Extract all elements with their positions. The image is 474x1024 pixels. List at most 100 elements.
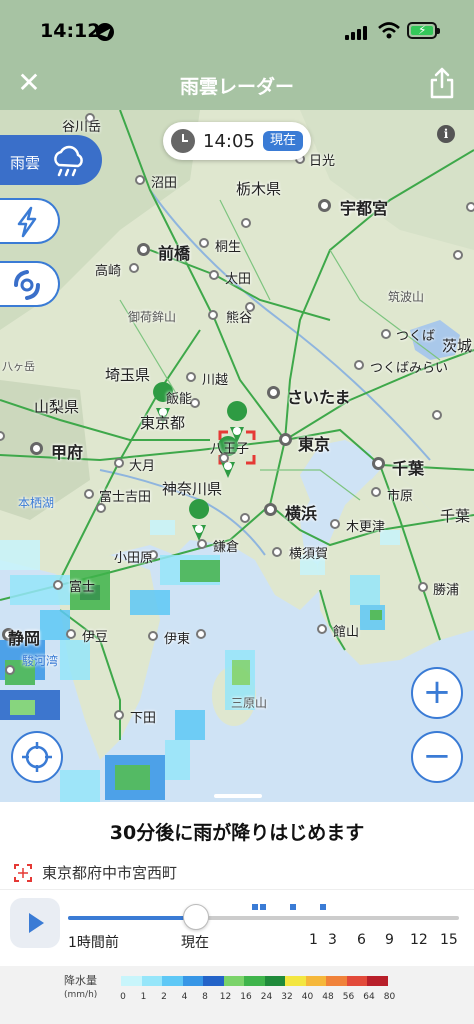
place-dot: [129, 263, 139, 273]
legend-swatch: [223, 976, 244, 986]
location-name: 東京都府中市宮西町: [42, 864, 178, 882]
place-label: 大月: [129, 459, 156, 474]
place-dot: [354, 360, 364, 370]
place-dot: [96, 503, 106, 513]
place-dot: [219, 453, 229, 463]
rain-forecast-message: 30分後に雨が降りはじめます: [109, 822, 365, 844]
timeline-slider-knob[interactable]: [183, 904, 209, 930]
rain-forecast-marker: [260, 904, 266, 910]
location-marker-icon: [14, 864, 32, 882]
cellular-signal-icon: [345, 24, 371, 40]
share-icon[interactable]: [428, 66, 456, 100]
rain-forecast-marker: [290, 904, 296, 910]
place-dot: [114, 458, 124, 468]
place-label: さいたま: [287, 388, 351, 407]
play-button[interactable]: [10, 898, 60, 948]
place-dot: [240, 513, 250, 523]
status-bar: 14:12 ⚡: [0, 0, 474, 60]
place-label: 宇都宮: [340, 199, 389, 218]
legend-value: 16: [240, 992, 252, 1002]
legend-swatch: [346, 976, 367, 986]
place-dot: [208, 310, 218, 320]
place-label: 高崎: [95, 264, 122, 279]
timeline-label: 15: [440, 932, 458, 948]
timeline-label: 3: [328, 932, 337, 948]
prefecture-label: 山梨県: [34, 398, 80, 416]
time-indicator[interactable]: 14:05 現在: [163, 122, 311, 160]
zoom-out-button[interactable]: −: [411, 731, 463, 783]
prefecture-label: 埼玉県: [105, 366, 151, 384]
rain-forecast-marker: [320, 904, 326, 910]
place-dot: [418, 582, 428, 592]
legend-swatch: [367, 976, 388, 986]
legend-value: 12: [219, 992, 232, 1002]
legend-unit: (mm/h): [64, 990, 98, 1000]
place-dot: [241, 218, 251, 228]
place-label: 日光: [309, 154, 336, 169]
place-dot: [197, 539, 207, 549]
info-icon[interactable]: i: [437, 125, 455, 143]
legend-swatch: [326, 976, 347, 986]
clock-icon: [171, 129, 195, 153]
legend-swatch: [244, 976, 265, 986]
nav-bar: ✕ 雨雲レーダー: [0, 60, 474, 110]
place-dot: [264, 503, 277, 516]
place-label: 沼田: [151, 176, 178, 191]
rain-cloud-icon: [54, 145, 83, 177]
place-label: 三原山: [231, 696, 268, 710]
place-label: 鎌倉: [213, 540, 240, 555]
place-label: つくば: [396, 329, 436, 344]
place-label: 下田: [130, 711, 157, 726]
place-label: 前橋: [158, 244, 191, 263]
place-label: 静岡: [8, 629, 41, 648]
place-label: 横浜: [285, 504, 318, 523]
place-label: 八ヶ岳: [2, 360, 35, 373]
place-dot: [5, 665, 15, 675]
place-label: 川越: [202, 373, 229, 388]
place-label: 館山: [333, 625, 360, 640]
bay-label: 駿河湾: [22, 654, 59, 668]
place-dot: [53, 580, 63, 590]
timeline-label: 12: [410, 932, 428, 948]
place-dot: [279, 433, 292, 446]
current-location-button[interactable]: [11, 731, 63, 783]
rain-layer-button[interactable]: 雨雲: [0, 135, 102, 185]
legend-swatch: [285, 976, 306, 986]
place-dot: [372, 457, 385, 470]
place-label: 伊東: [164, 632, 191, 647]
radar-map[interactable]: 谷川岳 日光 沼田 栃木県 宇都宮 前橋 桐生 高崎 太田 御荷鉾山 熊谷 筑波…: [0, 110, 474, 802]
legend-value: 48: [322, 992, 334, 1002]
place-label: 谷川岳: [62, 120, 102, 135]
place-label: 伊豆: [82, 630, 109, 645]
legend-value: 40: [301, 992, 314, 1002]
prefecture-label: 神奈川県: [162, 480, 223, 498]
drag-handle[interactable]: [214, 794, 262, 798]
place-label: 富士: [69, 580, 96, 595]
place-label: 筑波山: [388, 290, 425, 304]
timeline-label: 現在: [181, 935, 209, 951]
legend-swatch: [182, 976, 203, 986]
rain-forecast-marker: [252, 904, 258, 910]
place-dot: [466, 202, 474, 212]
timeline-label: 9: [385, 932, 394, 948]
place-dot: [114, 710, 124, 720]
place-dot: [245, 302, 255, 312]
legend-value: 2: [161, 992, 167, 1002]
legend-title: 降水量: [64, 974, 97, 987]
zoom-in-button[interactable]: +: [411, 667, 463, 719]
place-label: 八王子: [210, 442, 250, 457]
legend-swatch: [141, 976, 162, 986]
location-arrow-icon: [96, 23, 114, 41]
timeline-progress: [68, 916, 196, 920]
legend-value: 56: [342, 992, 355, 1002]
place-label: つくばみらい: [370, 361, 449, 376]
place-dot: [135, 175, 145, 185]
typhoon-layer-button[interactable]: [0, 261, 60, 307]
radar-time: 14:05: [203, 131, 255, 152]
place-dot: [381, 329, 391, 339]
lightning-icon: [17, 206, 37, 238]
thunder-layer-button[interactable]: [0, 198, 60, 244]
lake-label: 本栖湖: [18, 496, 55, 510]
place-dot: [196, 629, 206, 639]
legend-swatch: [264, 976, 285, 986]
